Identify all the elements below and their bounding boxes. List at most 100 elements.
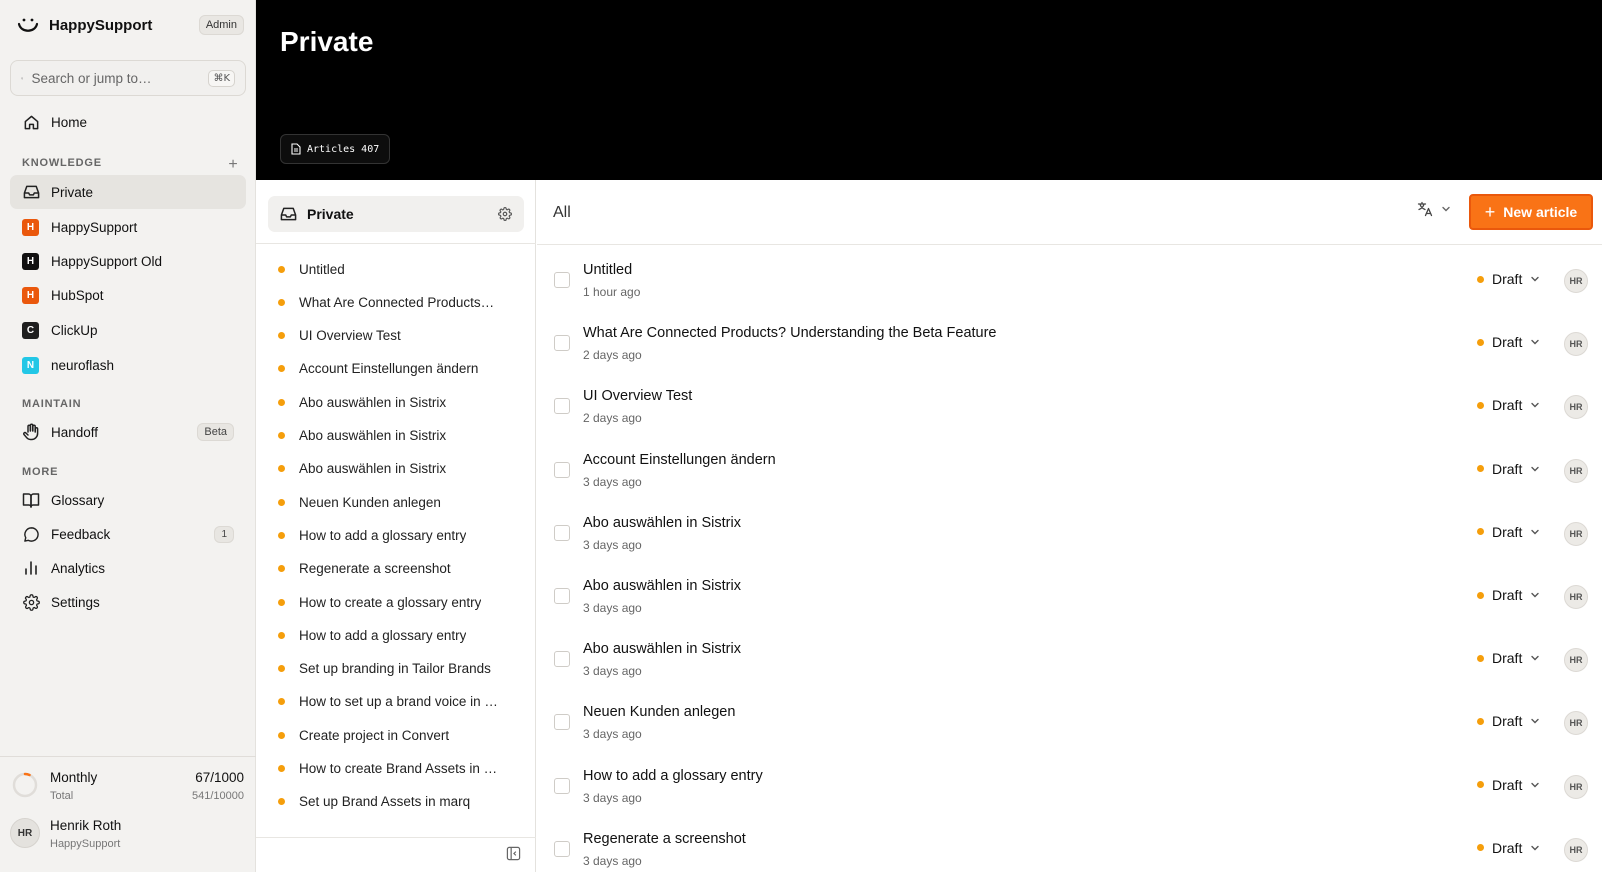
table-row[interactable]: What Are Connected Products? Understandi… [537,313,1602,377]
sidebar-item-handoff[interactable]: Handoff Beta [10,415,246,449]
status-label: Draft [1492,839,1523,856]
list-item[interactable]: Abo auswählen in Sistrix [278,391,518,413]
add-knowledge-base-button[interactable]: + [226,157,240,173]
user-profile[interactable]: HR Henrik Roth HappySupport [10,812,246,856]
list-item[interactable]: Abo auswählen in Sistrix [278,458,518,480]
article-title[interactable]: Regenerate a screenshot [583,831,746,847]
article-title[interactable]: What Are Connected Products? Understandi… [583,325,997,341]
row-checkbox[interactable] [554,588,570,604]
article-title[interactable]: Neuen Kunden anlegen [583,704,735,720]
collapse-sidebar-icon[interactable] [506,846,521,861]
list-item[interactable]: Abo auswählen in Sistrix [278,425,518,447]
list-item[interactable]: Neuen Kunden anlegen [278,491,518,513]
list-item[interactable]: Regenerate a screenshot [278,558,518,580]
status-dropdown[interactable]: Draft [1477,840,1540,856]
plus-icon: + [1484,201,1496,222]
filter-all-label[interactable]: All [553,204,571,222]
row-checkbox[interactable] [554,272,570,288]
sidebar-item-happysupport[interactable]: H HappySupport [10,210,246,244]
article-title[interactable]: Untitled [583,262,632,278]
list-item-label: How to add a glossary entry [299,627,467,643]
list-item[interactable]: How to create Brand Assets in … [278,758,518,780]
nav-home[interactable]: Home [10,105,246,139]
table-row[interactable]: How to add a glossary entry 3 days ago Dra… [537,756,1602,820]
status-label: Draft [1492,776,1523,793]
status-label: Draft [1492,397,1523,414]
list-item[interactable]: How to add a glossary entry [278,624,518,646]
status-dropdown[interactable]: Draft [1477,713,1540,729]
table-row[interactable]: Account Einstellungen ändern 3 days ago Dr… [537,440,1602,504]
table-row[interactable]: Abo auswählen in Sistrix 3 days ago Draft H… [537,629,1602,693]
table-row[interactable]: Abo auswählen in Sistrix 3 days ago Draft H… [537,503,1602,567]
status-dropdown[interactable]: Draft [1477,587,1540,603]
table-row[interactable]: Untitled 1 hour ago Draft HR [537,250,1602,314]
kb-logo-icon: C [22,321,39,339]
sidebar-item-happysupport-old[interactable]: H HappySupport Old [10,244,246,278]
sidebar-item-private[interactable]: Private [10,175,246,209]
article-title[interactable]: UI Overview Test [583,388,692,404]
status-dropdown[interactable]: Draft [1477,397,1540,413]
chat-bubble-icon [22,525,40,543]
row-checkbox[interactable] [554,651,570,668]
row-checkbox[interactable] [554,398,570,415]
gear-icon[interactable] [498,207,512,221]
avatar: HR [1564,837,1588,862]
sidebar-item-clickup[interactable]: C ClickUp [10,313,246,347]
list-item[interactable]: Untitled [278,258,518,280]
row-checkbox[interactable] [554,714,570,731]
status-dropdown[interactable]: Draft [1477,271,1540,287]
sidebar-item-glossary[interactable]: Glossary [10,483,246,517]
sidebar-item-hubspot[interactable]: H HubSpot [10,278,246,312]
collection-header[interactable]: Private [268,196,524,232]
table-row[interactable]: Regenerate a screenshot 3 days ago Draft HR [537,819,1602,872]
status-dropdown[interactable]: Draft [1477,461,1540,477]
usage-title: Monthly [50,770,98,785]
status-dropdown[interactable]: Draft [1477,650,1540,666]
usage-total-value: 541/10000 [192,790,244,802]
sidebar-item-neuroflash[interactable]: N neuroflash [10,348,246,382]
list-item[interactable]: UI Overview Test [278,325,518,347]
draft-status-dot [278,565,285,573]
list-item[interactable]: How to create a glossary entry [278,591,518,613]
row-checkbox[interactable] [554,335,570,352]
table-row[interactable]: Abo auswählen in Sistrix 3 days ago Draft H… [537,566,1602,630]
collection-title: Private [307,206,354,222]
table-row[interactable]: UI Overview Test 2 days ago Draft HR [537,376,1602,440]
list-item-label: Neuen Kunden anlegen [299,494,441,510]
status-dropdown[interactable]: Draft [1477,777,1540,793]
row-checkbox[interactable] [554,840,570,857]
article-title[interactable]: Abo auswählen in Sistrix [583,641,741,657]
article-time: 3 days ago [583,727,642,742]
sidebar-item-feedback[interactable]: Feedback 1 [10,517,246,551]
sidebar-item-analytics[interactable]: Analytics [10,551,246,585]
article-title[interactable]: Account Einstellungen ändern [583,452,776,468]
articles-toolbar: All + New article [537,180,1602,245]
status-dropdown[interactable]: Draft [1477,524,1540,540]
list-item[interactable]: Set up branding in Tailor Brands [278,658,518,680]
list-item[interactable]: How to add a glossary entry [278,524,518,546]
sidebar-item-label: Settings [51,594,100,610]
row-checkbox[interactable] [554,524,570,541]
draft-status-dot [1477,528,1484,536]
table-row[interactable]: Neuen Kunden anlegen 3 days ago Draft HR [537,692,1602,756]
row-checkbox[interactable] [554,461,570,478]
sidebar-item-settings[interactable]: Settings [10,585,246,619]
article-title[interactable]: Abo auswählen in Sistrix [583,515,741,531]
new-article-button[interactable]: + New article [1469,194,1593,230]
articles-count-chip: Articles 407 [280,134,391,164]
list-item[interactable]: How to set up a brand voice in … [278,691,518,713]
list-item[interactable]: Set up Brand Assets in marq [278,791,518,813]
status-dropdown[interactable]: Draft [1477,334,1540,350]
sidebar: HappySupport Admin ⌘K Home KNOWLEDGE + P… [0,0,256,872]
sidebar-item-label: neuroflash [51,357,115,373]
search-box[interactable]: ⌘K [10,60,246,96]
usage-progress-ring [12,772,38,798]
list-item[interactable]: What Are Connected Products… [278,291,518,313]
article-title[interactable]: Abo auswählen in Sistrix [583,578,741,594]
list-item[interactable]: Account Einstellungen ändern [278,358,518,380]
article-title[interactable]: How to add a glossary entry [583,768,763,784]
search-input[interactable] [31,70,209,86]
language-selector[interactable] [1417,201,1451,217]
row-checkbox[interactable] [554,777,570,794]
list-item[interactable]: Create project in Convert [278,724,518,746]
